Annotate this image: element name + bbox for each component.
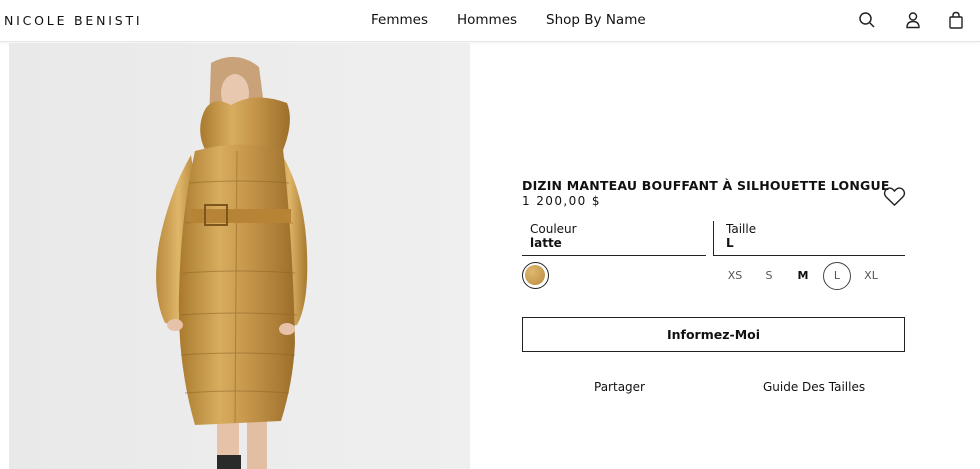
swatch-fill <box>525 265 545 285</box>
wishlist-heart-icon[interactable] <box>883 186 906 207</box>
main-nav: Femmes Hommes Shop By Name <box>371 12 675 28</box>
size-option-s[interactable]: S <box>755 262 783 290</box>
size-option-m[interactable]: M <box>789 262 817 290</box>
nav-item-femmes[interactable]: Femmes <box>371 12 428 28</box>
nav-item-shop-by-name[interactable]: Shop By Name <box>546 12 646 28</box>
color-value: latte <box>530 236 562 250</box>
account-icon[interactable] <box>904 11 922 29</box>
size-selector[interactable]: Taille L <box>713 221 905 256</box>
product-photo-illustration <box>9 43 470 469</box>
product-title: DIZIN MANTEAU BOUFFANT À SILHOUETTE LONG… <box>522 178 890 193</box>
color-label: Couleur <box>530 222 577 236</box>
size-option-xs[interactable]: XS <box>721 262 749 290</box>
search-icon[interactable] <box>858 11 876 29</box>
notify-me-button[interactable]: Informez-Moi <box>522 317 905 352</box>
size-option-l[interactable]: L <box>823 262 851 290</box>
size-option-xl[interactable]: XL <box>857 262 885 290</box>
site-header: NICOLE BENISTI Femmes Hommes Shop By Nam… <box>0 0 980 42</box>
brand-logo[interactable]: NICOLE BENISTI <box>4 13 142 28</box>
size-value: L <box>726 236 734 250</box>
size-guide-link[interactable]: Guide Des Tailles <box>763 380 865 394</box>
color-selector[interactable]: Couleur latte <box>522 221 706 256</box>
product-price: 1 200,00 $ <box>522 194 601 208</box>
share-link[interactable]: Partager <box>594 380 645 394</box>
nav-item-hommes[interactable]: Hommes <box>457 12 517 28</box>
size-label: Taille <box>726 222 757 236</box>
color-swatch-latte[interactable] <box>522 262 549 289</box>
product-image[interactable] <box>9 43 470 469</box>
bag-icon[interactable] <box>947 11 965 29</box>
